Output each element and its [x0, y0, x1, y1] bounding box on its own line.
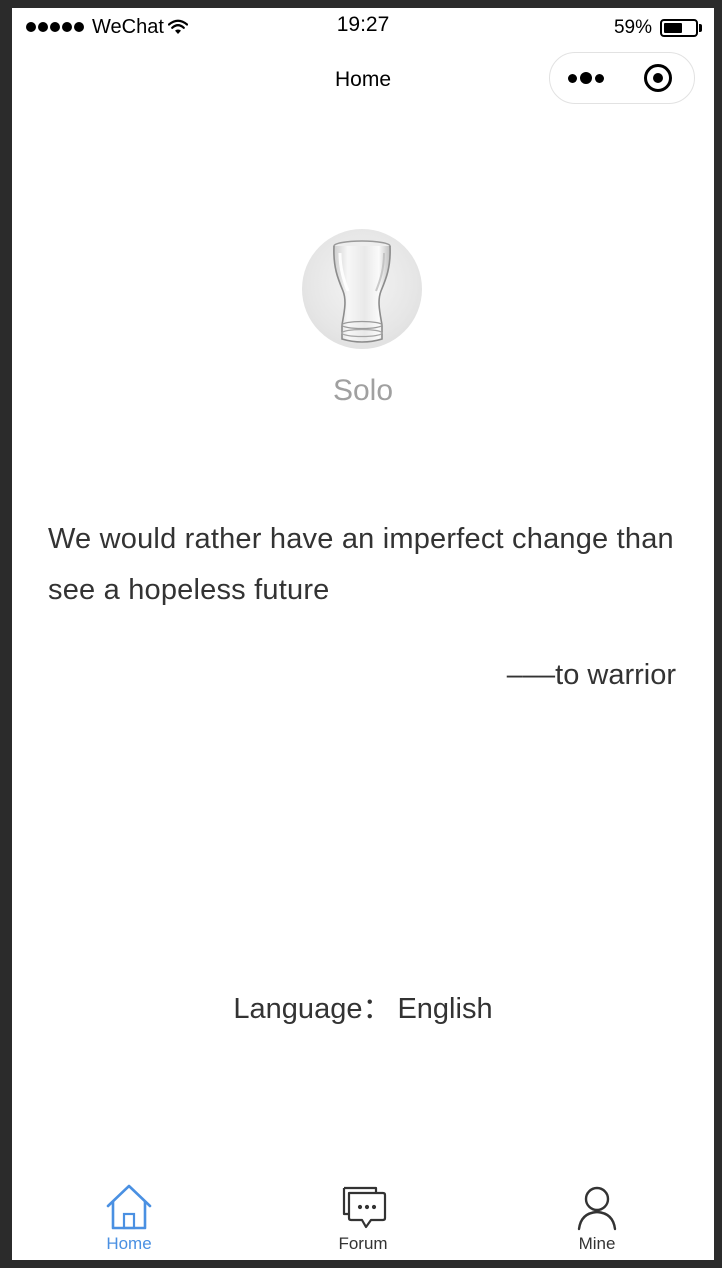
target-icon — [644, 64, 673, 92]
tab-home[interactable]: Home — [12, 1170, 246, 1260]
tab-forum[interactable]: Forum — [246, 1170, 480, 1260]
status-bar: WeChat 19:27 59% — [12, 8, 714, 46]
language-value: English — [397, 993, 493, 1025]
language-setting[interactable]: Language： English — [12, 985, 714, 1027]
miniprogram-capsule — [549, 52, 695, 104]
tab-mine-label: Mine — [578, 1234, 616, 1253]
navigation-bar: Home — [12, 46, 714, 116]
tab-mine[interactable]: Mine — [480, 1170, 714, 1260]
more-options-button[interactable] — [550, 53, 622, 103]
battery-icon — [660, 19, 698, 37]
user-icon — [577, 1186, 617, 1231]
home-icon — [106, 1184, 152, 1230]
battery-percent: 59% — [613, 17, 652, 38]
quote-text: We would rather have an imperfect change… — [48, 523, 674, 606]
battery-fill — [664, 23, 682, 33]
language-label: Language： — [233, 993, 392, 1025]
avatar[interactable] — [302, 229, 422, 349]
tab-home-label: Home — [106, 1234, 152, 1253]
tab-forum-label: Forum — [338, 1234, 388, 1253]
glass-avatar-icon — [333, 240, 391, 343]
username: Solo — [332, 374, 394, 407]
chat-icon — [342, 1186, 387, 1229]
tab-bar: Home Forum Mine — [12, 1170, 714, 1260]
phone-screen: WeChat 19:27 59% Home Solo We would rath… — [12, 8, 714, 1260]
status-time: 19:27 — [336, 13, 390, 36]
close-miniprogram-button[interactable] — [623, 53, 695, 103]
status-right: 59% — [614, 16, 702, 40]
more-dots-icon — [566, 72, 605, 84]
battery-tip — [699, 24, 702, 32]
quote-author: –––to warrior — [506, 659, 676, 691]
